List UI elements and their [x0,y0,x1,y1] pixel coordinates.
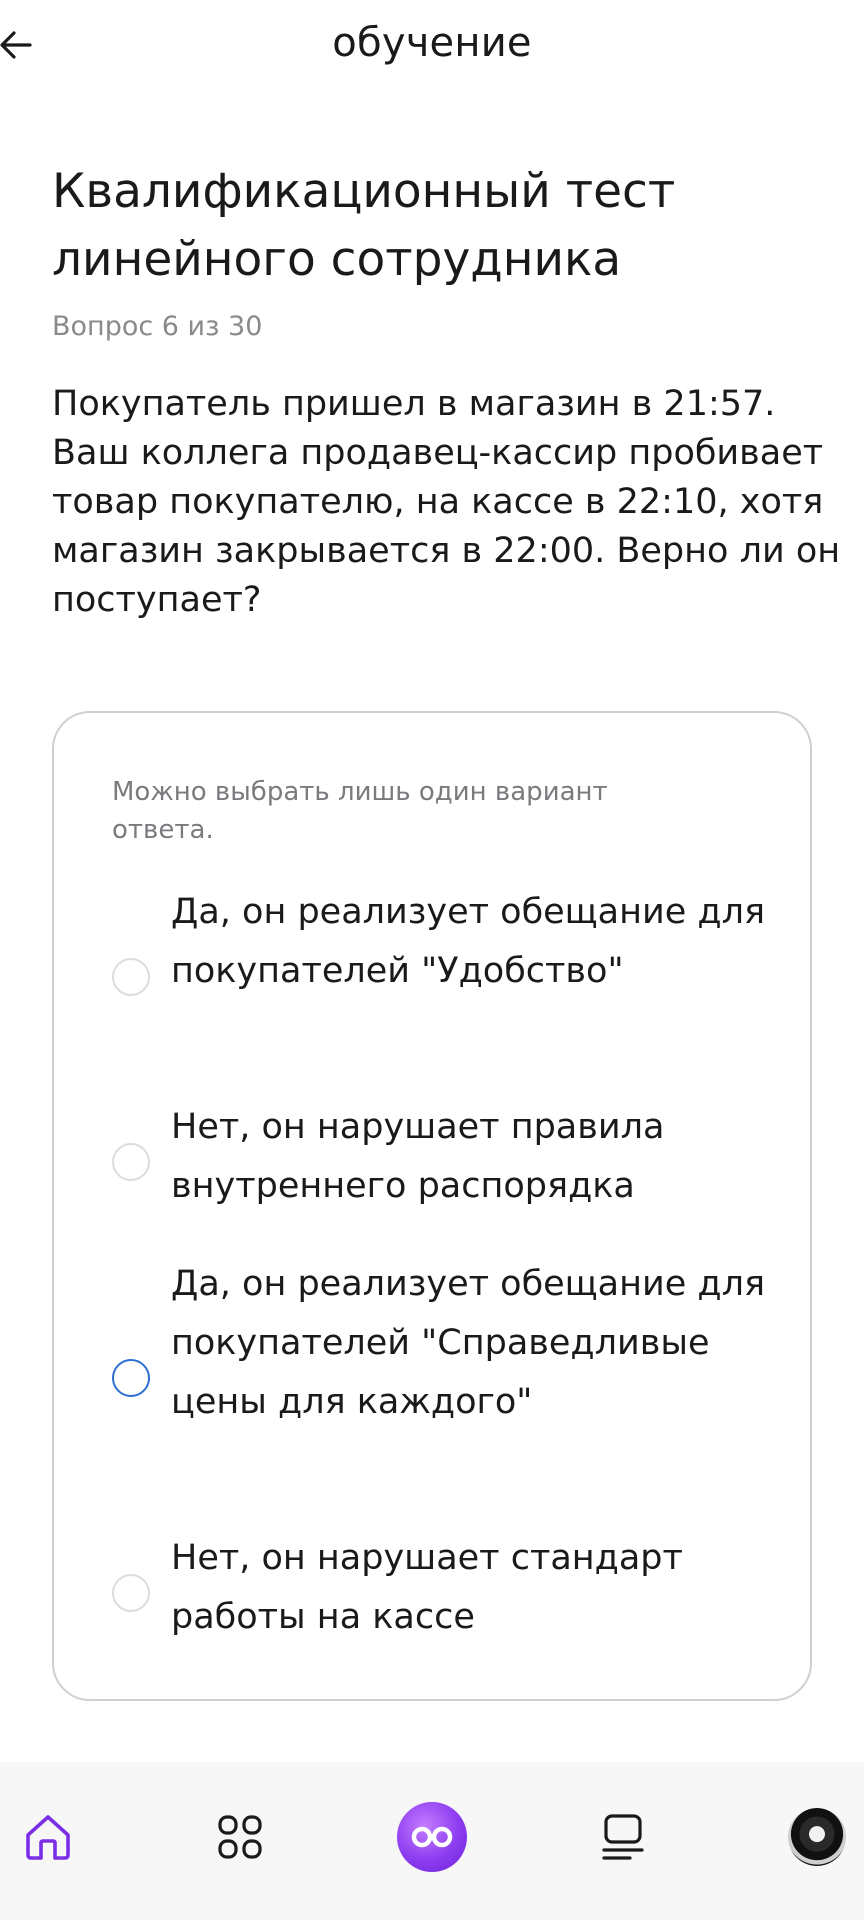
radio-button[interactable] [112,1359,150,1397]
question-text: Покупатель пришел в магазин в 21:57. Ваш… [52,384,841,620]
answer-option-label: Нет, он нарушает правила внутреннего рас… [171,1107,665,1206]
nav-assistant[interactable] [397,1802,467,1872]
answer-option-label: Нет, он нарушает стандарт работы на касс… [171,1538,683,1637]
radio-button[interactable] [112,958,150,996]
header-title: обучение [332,20,532,66]
courses-list-icon [602,1814,644,1860]
assistant-infinity-icon [411,1826,453,1848]
answer-hint: Можно выбрать лишь один вариант ответа. [112,777,608,845]
bottom-navigation [0,1762,864,1920]
apps-grid-icon [218,1815,262,1859]
home-icon [26,1815,70,1860]
nav-home[interactable] [13,1802,83,1872]
question-counter: Вопрос 6 из 30 [52,311,263,342]
answers-card: Можно выбрать лишь один вариант ответа. … [52,711,812,1701]
profile-avatar[interactable] [788,1808,846,1866]
page: обучение Квалификационный тест линейного… [0,0,864,1920]
header: обучение [0,0,864,92]
answer-option-4[interactable]: Нет, он нарушает стандарт работы на касс… [54,1529,810,1649]
radio-button[interactable] [112,1143,150,1181]
radio-button[interactable] [112,1574,150,1612]
nav-courses[interactable] [588,1802,658,1872]
test-title: Квалификационный тест линейного сотрудни… [52,164,676,287]
answer-option-2[interactable]: Нет, он нарушает правила внутреннего рас… [54,1098,810,1218]
answer-option-1[interactable]: Да, он реализует обещание для покупателе… [54,883,810,1063]
answer-option-label: Да, он реализует обещание для покупателе… [171,892,766,991]
answer-option-3[interactable]: Да, он реализует обещание для покупателе… [54,1255,810,1495]
answer-option-label: Да, он реализует обещание для покупателе… [171,1264,766,1422]
nav-apps[interactable] [205,1802,275,1872]
